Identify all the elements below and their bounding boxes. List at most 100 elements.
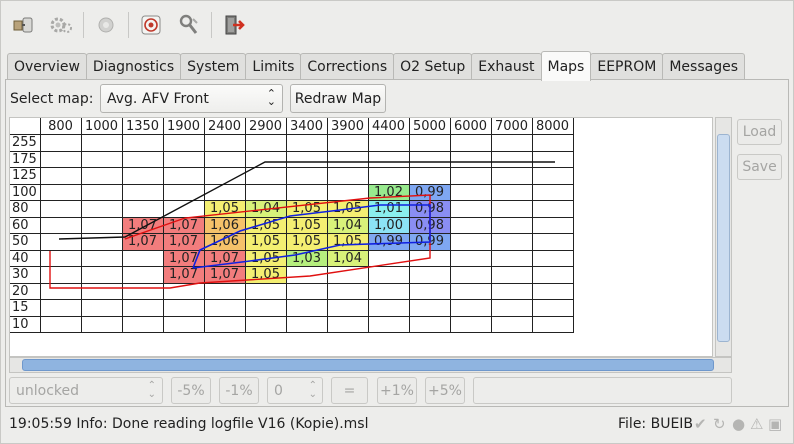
- map-cell[interactable]: 1,07: [162, 233, 205, 251]
- map-cell[interactable]: 1,05: [244, 216, 287, 234]
- map-cell[interactable]: [367, 266, 410, 284]
- map-cell[interactable]: [490, 315, 533, 333]
- map-cell[interactable]: [285, 183, 328, 201]
- map-cell[interactable]: [80, 134, 123, 152]
- map-cell[interactable]: [367, 167, 410, 185]
- map-cell[interactable]: [408, 299, 451, 317]
- map-cell[interactable]: [121, 249, 164, 267]
- map-cell[interactable]: [39, 282, 82, 300]
- map-cell[interactable]: 1,07: [121, 216, 164, 234]
- map-cell[interactable]: [80, 216, 123, 234]
- map-cell[interactable]: [39, 134, 82, 152]
- map-cell[interactable]: [39, 249, 82, 267]
- map-cell[interactable]: [162, 299, 205, 317]
- map-cell[interactable]: [121, 315, 164, 333]
- map-cell[interactable]: [326, 266, 369, 284]
- map-cell[interactable]: [326, 134, 369, 152]
- tab-corrections[interactable]: Corrections: [300, 53, 395, 80]
- map-cell[interactable]: [326, 299, 369, 317]
- map-cell[interactable]: 1,05: [285, 233, 328, 251]
- map-cell[interactable]: [121, 299, 164, 317]
- map-cell[interactable]: [39, 233, 82, 251]
- map-cell[interactable]: [203, 167, 246, 185]
- map-cell[interactable]: [408, 282, 451, 300]
- map-cell[interactable]: [449, 216, 492, 234]
- map-cell[interactable]: [80, 315, 123, 333]
- tab-overview[interactable]: Overview: [7, 53, 87, 80]
- map-cell[interactable]: [80, 282, 123, 300]
- map-cell[interactable]: 1,07: [162, 216, 205, 234]
- equals-button[interactable]: =: [331, 377, 368, 404]
- map-cell[interactable]: 1,05: [326, 233, 369, 251]
- map-cell[interactable]: 1,02: [367, 183, 410, 201]
- map-cell[interactable]: [449, 233, 492, 251]
- map-cell[interactable]: 0,99: [408, 183, 451, 201]
- map-cell[interactable]: [531, 315, 574, 333]
- map-cell[interactable]: [162, 315, 205, 333]
- map-cell[interactable]: [449, 315, 492, 333]
- map-cell[interactable]: [203, 150, 246, 168]
- map-cell[interactable]: [449, 200, 492, 218]
- lock-state-select[interactable]: unlocked ⌃ ⌄: [9, 377, 163, 404]
- map-cell[interactable]: [490, 167, 533, 185]
- map-cell[interactable]: [244, 282, 287, 300]
- map-cell[interactable]: [449, 299, 492, 317]
- map-cell[interactable]: [531, 216, 574, 234]
- tab-eeprom[interactable]: EEPROM: [590, 53, 664, 80]
- map-cell[interactable]: [531, 167, 574, 185]
- map-cell[interactable]: [80, 183, 123, 201]
- map-cell[interactable]: 1,06: [203, 233, 246, 251]
- map-cell[interactable]: [162, 150, 205, 168]
- map-cell[interactable]: [490, 150, 533, 168]
- map-cell[interactable]: 1,03: [285, 249, 328, 267]
- plus-5-percent-button[interactable]: +5%: [425, 377, 465, 404]
- map-cell[interactable]: [449, 167, 492, 185]
- minus-1-percent-button[interactable]: -1%: [219, 377, 259, 404]
- map-cell[interactable]: [244, 150, 287, 168]
- map-cell[interactable]: [285, 299, 328, 317]
- map-cell[interactable]: 0,98: [408, 200, 451, 218]
- map-cell[interactable]: [121, 282, 164, 300]
- map-cell[interactable]: [162, 183, 205, 201]
- map-cell[interactable]: [490, 282, 533, 300]
- tab-maps[interactable]: Maps: [540, 51, 592, 81]
- map-cell[interactable]: [203, 134, 246, 152]
- map-cell[interactable]: [285, 150, 328, 168]
- map-cell[interactable]: [490, 134, 533, 152]
- tab-system[interactable]: System: [180, 53, 247, 80]
- map-cell[interactable]: [531, 134, 574, 152]
- map-cell[interactable]: [408, 266, 451, 284]
- map-cell[interactable]: 0,98: [408, 216, 451, 234]
- map-cell[interactable]: [285, 266, 328, 284]
- map-cell[interactable]: [531, 150, 574, 168]
- map-cell[interactable]: [203, 183, 246, 201]
- map-cell[interactable]: [80, 167, 123, 185]
- map-cell[interactable]: 1,07: [121, 233, 164, 251]
- map-cell[interactable]: 1,07: [203, 266, 246, 284]
- map-cell[interactable]: [39, 315, 82, 333]
- connect-button[interactable]: [7, 10, 39, 40]
- map-select[interactable]: Avg. AFV Front ⌃ ⌄: [100, 84, 283, 113]
- map-cell[interactable]: 1,04: [326, 216, 369, 234]
- map-cell[interactable]: [490, 299, 533, 317]
- map-cell[interactable]: [326, 282, 369, 300]
- map-cell[interactable]: [80, 150, 123, 168]
- map-cell[interactable]: 0,99: [408, 233, 451, 251]
- map-cell[interactable]: [531, 200, 574, 218]
- map-cell[interactable]: [203, 315, 246, 333]
- map-cell[interactable]: [490, 266, 533, 284]
- map-cell[interactable]: 1,04: [326, 249, 369, 267]
- map-cell[interactable]: [285, 282, 328, 300]
- map-cell[interactable]: 1,05: [244, 266, 287, 284]
- map-cell[interactable]: [531, 266, 574, 284]
- map-cell[interactable]: [367, 315, 410, 333]
- percent-value-spinbox[interactable]: 0 ⌃ ⌄: [267, 377, 323, 404]
- map-cell[interactable]: 1,04: [244, 200, 287, 218]
- map-cell[interactable]: [449, 150, 492, 168]
- map-cell[interactable]: [326, 315, 369, 333]
- tools-button[interactable]: [173, 10, 205, 40]
- map-cell[interactable]: [490, 183, 533, 201]
- map-cell[interactable]: [121, 150, 164, 168]
- map-cell[interactable]: [244, 167, 287, 185]
- map-cell[interactable]: 1,05: [285, 200, 328, 218]
